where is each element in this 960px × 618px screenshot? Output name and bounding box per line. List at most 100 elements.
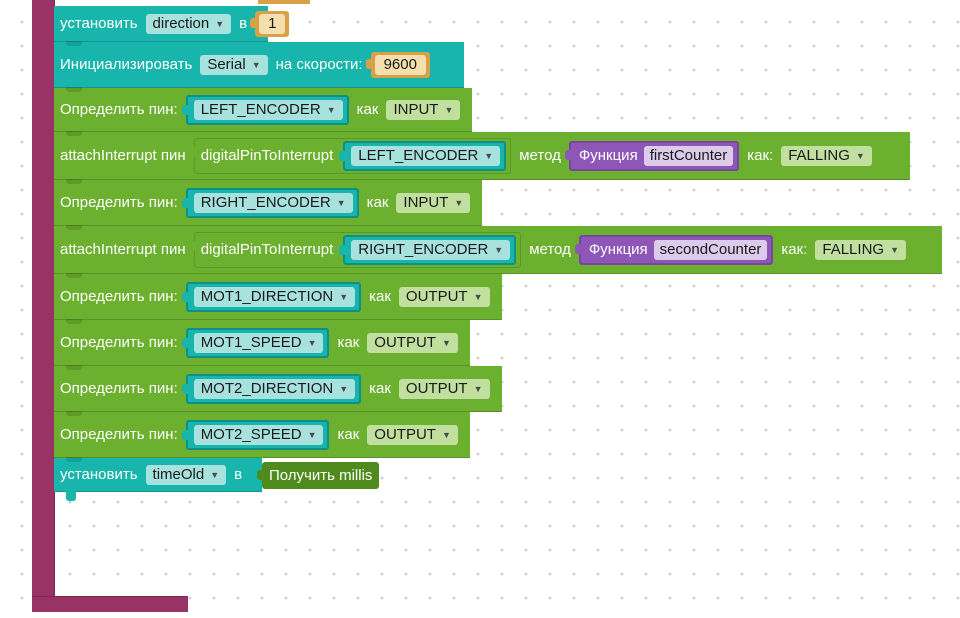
dropdown-arrow-icon: ▼ — [855, 150, 865, 161]
pin-name: MOT1_DIRECTION — [200, 288, 334, 305]
pin-block[interactable]: MOT2_SPEED ▼ — [181, 419, 330, 450]
variable-dropdown-time-old[interactable]: timeOld ▼ — [145, 464, 227, 485]
setup-container-block[interactable] — [32, 0, 55, 612]
attach-interrupt-block-left[interactable]: attachInterrupt пин digitalPinToInterrup… — [54, 131, 910, 180]
block-tail-connector — [66, 491, 76, 501]
pin-name: LEFT_ENCODER — [358, 147, 479, 164]
function-label: Функция — [578, 147, 638, 164]
to-label: в — [234, 466, 243, 483]
pin-dropdown[interactable]: RIGHT_ENCODER ▼ — [351, 239, 511, 260]
pin-mode-block-mot1-speed[interactable]: Определить пин: MOT1_SPEED ▼ как OUTPUT … — [54, 319, 470, 366]
mode-value: OUTPUT — [374, 426, 436, 443]
attach-interrupt-block-right[interactable]: attachInterrupt пин digitalPinToInterrup… — [54, 225, 942, 274]
function-name-field[interactable]: secondCounter — [653, 239, 768, 260]
set-label: установить — [60, 466, 138, 483]
pin-dropdown[interactable]: MOT1_DIRECTION ▼ — [193, 286, 356, 307]
mode-dropdown[interactable]: OUTPUT ▼ — [367, 332, 458, 353]
dropdown-arrow-icon: ▼ — [326, 104, 336, 115]
variable-dropdown-direction[interactable]: direction ▼ — [145, 13, 232, 34]
mode-dropdown[interactable]: INPUT ▼ — [386, 99, 461, 120]
pin-dropdown[interactable]: MOT2_DIRECTION ▼ — [193, 378, 356, 399]
variable-name: timeOld — [152, 466, 205, 483]
pin-mode-block-right-encoder[interactable]: Определить пин: RIGHT_ENCODER ▼ как INPU… — [54, 179, 482, 226]
pin-block[interactable]: LEFT_ENCODER ▼ — [181, 94, 349, 125]
as-label: как — [356, 101, 379, 118]
edge-dropdown[interactable]: FALLING ▼ — [815, 239, 906, 260]
dropdown-arrow-icon: ▼ — [494, 244, 504, 255]
mode-dropdown[interactable]: OUTPUT ▼ — [367, 424, 458, 445]
function-label: Функция — [588, 241, 648, 258]
pin-dropdown[interactable]: MOT1_SPEED ▼ — [193, 332, 324, 353]
number-block[interactable]: 1 — [250, 10, 290, 37]
to-label: в — [239, 15, 248, 32]
mode-value: INPUT — [393, 101, 439, 118]
dpti-label: digitalPinToInterrupt — [200, 147, 334, 164]
serial-init-block[interactable]: Инициализировать Serial ▼ на скорости: 9… — [54, 41, 464, 88]
pin-block[interactable]: MOT2_DIRECTION ▼ — [181, 373, 362, 404]
baud-rate-field[interactable]: 9600 — [374, 54, 426, 75]
speed-label: на скорости: — [275, 56, 363, 73]
pin-name: MOT1_SPEED — [200, 334, 302, 351]
mode-dropdown[interactable]: OUTPUT ▼ — [398, 378, 490, 399]
function-block[interactable]: Функция firstCounter — [564, 140, 740, 171]
dropdown-arrow-icon: ▼ — [307, 337, 317, 348]
as-label: как — [369, 380, 391, 397]
pin-mode-label: Определить пин: — [60, 426, 178, 443]
dropdown-arrow-icon: ▼ — [473, 291, 483, 302]
pin-mode-block-mot1-direction[interactable]: Определить пин: MOT1_DIRECTION ▼ как OUT… — [54, 273, 502, 320]
dropdown-arrow-icon: ▼ — [336, 197, 346, 208]
mode-value: INPUT — [403, 194, 449, 211]
digital-pin-to-interrupt-block[interactable]: digitalPinToInterrupt RIGHT_ENCODER ▼ — [188, 231, 522, 268]
function-name-field[interactable]: firstCounter — [643, 145, 734, 166]
blockly-workspace[interactable]: установить direction ▼ в 1 Инициализиров… — [0, 0, 960, 618]
method-label: метод — [529, 241, 571, 258]
as-label: как — [369, 288, 391, 305]
pin-dropdown[interactable]: RIGHT_ENCODER ▼ — [193, 192, 353, 213]
attach-interrupt-label: attachInterrupt пин — [60, 147, 186, 164]
dropdown-arrow-icon: ▼ — [251, 59, 261, 70]
attach-interrupt-label: attachInterrupt пин — [60, 241, 186, 258]
dropdown-arrow-icon: ▼ — [339, 383, 349, 394]
dpti-label: digitalPinToInterrupt — [200, 241, 334, 258]
pin-dropdown[interactable]: LEFT_ENCODER ▼ — [193, 99, 343, 120]
mode-value: OUTPUT — [405, 380, 468, 397]
mode-dropdown[interactable]: INPUT ▼ — [396, 192, 471, 213]
set-direction-block[interactable]: установить direction ▼ в 1 — [54, 6, 290, 42]
pin-mode-label: Определить пин: — [60, 101, 178, 118]
serial-port-value: Serial — [207, 56, 246, 73]
pin-dropdown[interactable]: LEFT_ENCODER ▼ — [351, 145, 501, 166]
pin-mode-label: Определить пин: — [60, 334, 178, 351]
edge-as-label: как: — [781, 241, 808, 258]
digital-pin-to-interrupt-block[interactable]: digitalPinToInterrupt LEFT_ENCODER ▼ — [188, 137, 512, 174]
mode-value: OUTPUT — [405, 288, 468, 305]
pin-block[interactable]: LEFT_ENCODER ▼ — [339, 140, 507, 171]
pin-block[interactable]: MOT1_DIRECTION ▼ — [181, 281, 362, 312]
pin-mode-block-mot2-direction[interactable]: Определить пин: MOT2_DIRECTION ▼ как OUT… — [54, 365, 502, 412]
pin-mode-block-mot2-speed[interactable]: Определить пин: MOT2_SPEED ▼ как OUTPUT … — [54, 411, 470, 458]
number-field[interactable]: 1 — [259, 13, 286, 34]
pin-name: MOT2_SPEED — [200, 426, 302, 443]
serial-init-label: Инициализировать — [60, 56, 193, 73]
serial-port-dropdown[interactable]: Serial ▼ — [200, 54, 268, 75]
baud-number-block[interactable]: 9600 — [365, 51, 430, 78]
method-label: метод — [519, 147, 561, 164]
edge-dropdown[interactable]: FALLING ▼ — [781, 145, 872, 166]
pin-mode-block-left-encoder[interactable]: Определить пин: LEFT_ENCODER ▼ как INPUT… — [54, 87, 472, 132]
pin-dropdown[interactable]: MOT2_SPEED ▼ — [193, 424, 324, 445]
set-time-old-block[interactable]: установить timeOld ▼ в — [54, 457, 262, 492]
dropdown-arrow-icon: ▼ — [215, 18, 225, 29]
function-block[interactable]: Функция secondCounter — [574, 234, 774, 265]
setup-container-block-bottom[interactable] — [32, 596, 188, 612]
mode-dropdown[interactable]: OUTPUT ▼ — [398, 286, 490, 307]
dropdown-arrow-icon: ▼ — [473, 383, 483, 394]
pin-block[interactable]: RIGHT_ENCODER ▼ — [181, 187, 359, 218]
pin-name: MOT2_DIRECTION — [200, 380, 334, 397]
dropdown-arrow-icon: ▼ — [890, 244, 899, 255]
dropdown-arrow-icon: ▼ — [210, 469, 220, 480]
set-label: установить — [60, 15, 138, 32]
pin-name: RIGHT_ENCODER — [358, 241, 489, 258]
pin-block[interactable]: RIGHT_ENCODER ▼ — [339, 234, 517, 265]
get-millis-block[interactable]: Получить millis — [256, 462, 380, 489]
pin-block[interactable]: MOT1_SPEED ▼ — [181, 327, 330, 358]
as-label: как — [337, 426, 360, 443]
